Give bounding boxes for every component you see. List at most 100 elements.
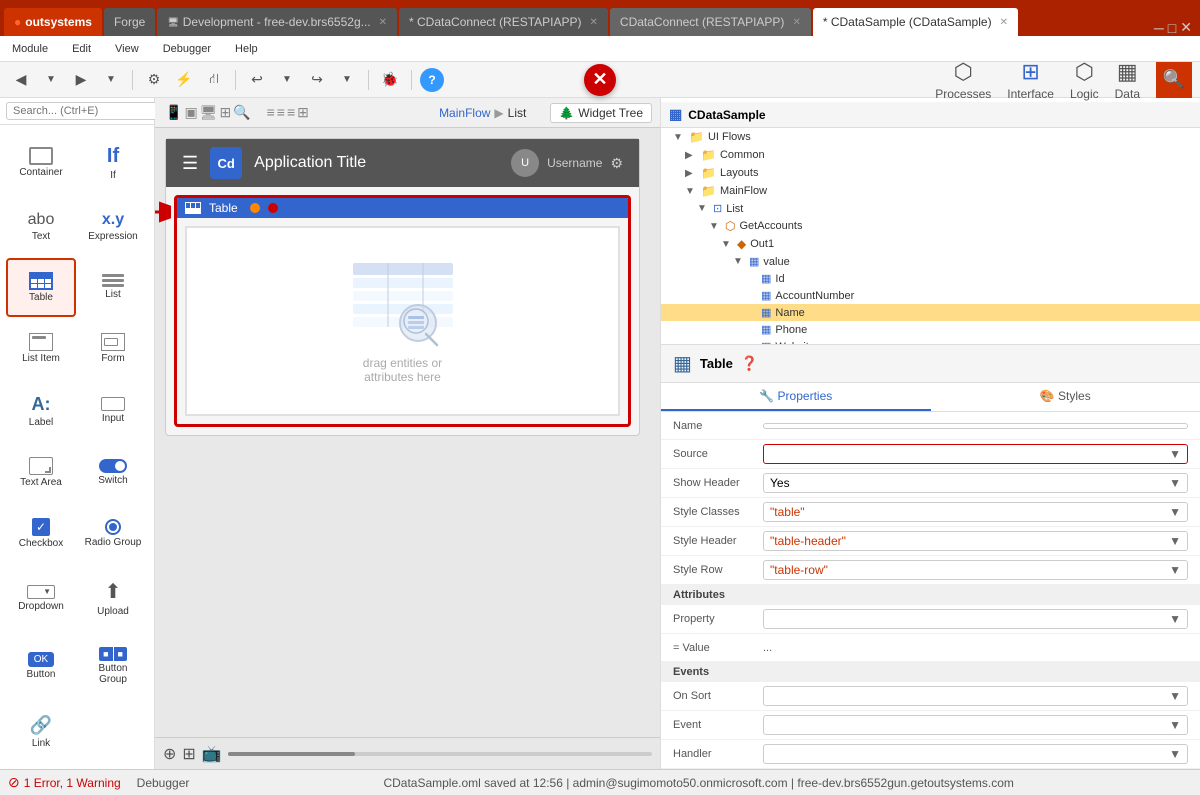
canvas-screen-btn[interactable]: 📺	[202, 744, 222, 764]
widget-container[interactable]: Container	[6, 131, 76, 195]
compile-btn[interactable]: ⚡	[171, 67, 197, 93]
menu-debugger[interactable]: Debugger	[159, 41, 215, 57]
debug-btn[interactable]: 🐞	[377, 67, 403, 93]
widget-if[interactable]: If If	[78, 131, 148, 195]
props-help-icon[interactable]: ❓	[741, 355, 758, 372]
phone-icon[interactable]: 📱	[165, 104, 182, 121]
tree-item-accountnumber[interactable]: ▶ ▦ AccountNumber	[661, 287, 1200, 304]
tree-item-layouts[interactable]: ▶ 📁 Layouts	[661, 164, 1200, 182]
prop-value-dots[interactable]: ...	[763, 642, 1188, 654]
widget-list[interactable]: List	[78, 258, 148, 317]
interface-tool[interactable]: ⊞ Interface	[1007, 59, 1054, 101]
play-btn[interactable]: ▶	[68, 67, 94, 93]
undo-dropdown-btn[interactable]: ▼	[274, 67, 300, 93]
zoom-icon[interactable]: 🔍	[233, 104, 250, 121]
menu-help[interactable]: Help	[231, 41, 262, 57]
widget-textarea[interactable]: Text Area	[6, 443, 76, 502]
widget-expression[interactable]: x.y Expression	[78, 197, 148, 256]
dev-tab-close[interactable]: ✕	[379, 17, 387, 28]
align-right-icon[interactable]: ≡	[287, 104, 295, 121]
back-btn[interactable]: ◀	[8, 67, 34, 93]
widget-tree-tab[interactable]: 🌲 Widget Tree	[550, 103, 652, 123]
tree-item-list[interactable]: ▼ ⊡ List	[661, 200, 1200, 217]
logo-tab[interactable]: ● outsystems	[4, 8, 102, 36]
prop-onsort-select[interactable]: ▼	[763, 686, 1188, 706]
prop-source-input[interactable]: ▼	[763, 444, 1188, 464]
undo-btn[interactable]: ↩	[244, 67, 270, 93]
widget-radio-group[interactable]: Radio Group	[78, 504, 148, 563]
widget-button[interactable]: OK Button	[6, 633, 76, 699]
widget-dropdown[interactable]: ▼ Dropdown	[6, 565, 76, 631]
search-input[interactable]	[6, 102, 162, 120]
prop-stylerow-select[interactable]: "table-row" ▼	[763, 560, 1188, 580]
merge-btn[interactable]: ⛙	[201, 67, 227, 93]
widget-form[interactable]: Form	[78, 319, 148, 378]
tree-item-ui-flows[interactable]: ▼ 📁 UI Flows	[661, 128, 1200, 146]
widget-link[interactable]: 🔗 Link	[6, 701, 76, 763]
tab-styles[interactable]: 🎨 Styles	[931, 383, 1200, 411]
cdata-tab2[interactable]: CDataConnect (RESTAPIAPP) ✕	[610, 8, 811, 36]
widget-text[interactable]: abo Text	[6, 197, 76, 256]
close-window-btn[interactable]: ✕	[1180, 19, 1192, 36]
tree-item-id[interactable]: ▶ ▦ Id	[661, 270, 1200, 287]
tablet-icon[interactable]: ▣	[184, 104, 197, 121]
grid-icon[interactable]: ⊞	[297, 104, 309, 121]
cdata-tab2-close[interactable]: ✕	[792, 17, 800, 28]
redo-btn[interactable]: ↪	[304, 67, 330, 93]
tree-item-phone[interactable]: ▶ ▦ Phone	[661, 321, 1200, 338]
widget-table[interactable]: Table	[6, 258, 76, 317]
widget-input[interactable]: Input	[78, 380, 148, 442]
help-btn[interactable]: ?	[420, 68, 444, 92]
menu-module[interactable]: Module	[8, 41, 52, 57]
tree-item-website[interactable]: ▶ ▦ Website	[661, 338, 1200, 345]
align-left-icon[interactable]: ≡	[267, 104, 275, 121]
data-tool[interactable]: ▦ Data	[1115, 59, 1140, 101]
prop-event-select[interactable]: ▼	[763, 715, 1188, 735]
tree-item-getaccounts[interactable]: ▼ ⬡ GetAccounts	[661, 217, 1200, 235]
maximize-btn[interactable]: □	[1168, 20, 1176, 36]
menu-view[interactable]: View	[111, 41, 143, 57]
tree-item-name[interactable]: ▶ ▦ Name	[661, 304, 1200, 321]
processes-tool[interactable]: ⬡ Processes	[935, 59, 991, 101]
widget-switch[interactable]: Switch	[78, 443, 148, 502]
debugger-label[interactable]: Debugger	[137, 776, 190, 790]
widget-label[interactable]: A: Label	[6, 380, 76, 442]
table-widget-body[interactable]: drag entities or attributes here	[185, 226, 620, 416]
cdata-tab1-close[interactable]: ✕	[590, 17, 598, 28]
canvas-add-btn[interactable]: ⊕	[163, 744, 176, 764]
active-tab[interactable]: * CDataSample (CDataSample) ✕	[813, 8, 1018, 36]
close-panel-btn[interactable]: ✕	[584, 64, 616, 96]
custom-icon[interactable]: ⊞	[219, 104, 231, 121]
status-error[interactable]: ⊘ 1 Error, 1 Warning	[8, 774, 121, 791]
cdata-tab1[interactable]: * CDataConnect (RESTAPIAPP) ✕	[399, 8, 608, 36]
tree-item-mainflow[interactable]: ▼ 📁 MainFlow	[661, 182, 1200, 200]
tab-properties[interactable]: 🔧 Properties	[661, 383, 931, 411]
play-dropdown-btn[interactable]: ▼	[98, 67, 124, 93]
prop-styleheader-select[interactable]: "table-header" ▼	[763, 531, 1188, 551]
widget-button-group[interactable]: ■ ■ Button Group	[78, 633, 148, 699]
prop-name-input[interactable]	[763, 423, 1188, 429]
prop-handler-select[interactable]: ▼	[763, 744, 1188, 764]
forge-tab[interactable]: Forge	[104, 8, 155, 36]
redo-dropdown-btn[interactable]: ▼	[334, 67, 360, 93]
search-tool-btn[interactable]: 🔍	[1156, 62, 1192, 98]
logic-tool[interactable]: ⬡ Logic	[1070, 59, 1099, 101]
tree-item-out1[interactable]: ▼ ◆ Out1	[661, 235, 1200, 253]
dev-tab[interactable]: 🖥 Development - free-dev.brs6552g... ✕	[157, 8, 397, 36]
minimize-btn[interactable]: ─	[1154, 20, 1164, 36]
active-tab-close[interactable]: ✕	[1000, 17, 1008, 28]
widget-upload[interactable]: ⬆ Upload	[78, 565, 148, 631]
prop-property-select[interactable]: ▼	[763, 609, 1188, 629]
prop-styleclasses-select[interactable]: "table" ▼	[763, 502, 1188, 522]
tree-item-common[interactable]: ▶ 📁 Common	[661, 146, 1200, 164]
tree-item-value[interactable]: ▼ ▦ value	[661, 253, 1200, 270]
settings-btn[interactable]: ⚙	[141, 67, 167, 93]
canvas-grid-btn[interactable]: ⊞	[182, 744, 195, 764]
forward-dropdown-btn[interactable]: ▼	[38, 67, 64, 93]
table-widget-container[interactable]: Table	[174, 195, 631, 427]
desktop-icon[interactable]: 🖥	[200, 104, 218, 121]
menu-edit[interactable]: Edit	[68, 41, 95, 57]
widget-checkbox[interactable]: ✓ Checkbox	[6, 504, 76, 563]
prop-showheader-select[interactable]: Yes ▼	[763, 473, 1188, 493]
widget-list-item[interactable]: List Item	[6, 319, 76, 378]
